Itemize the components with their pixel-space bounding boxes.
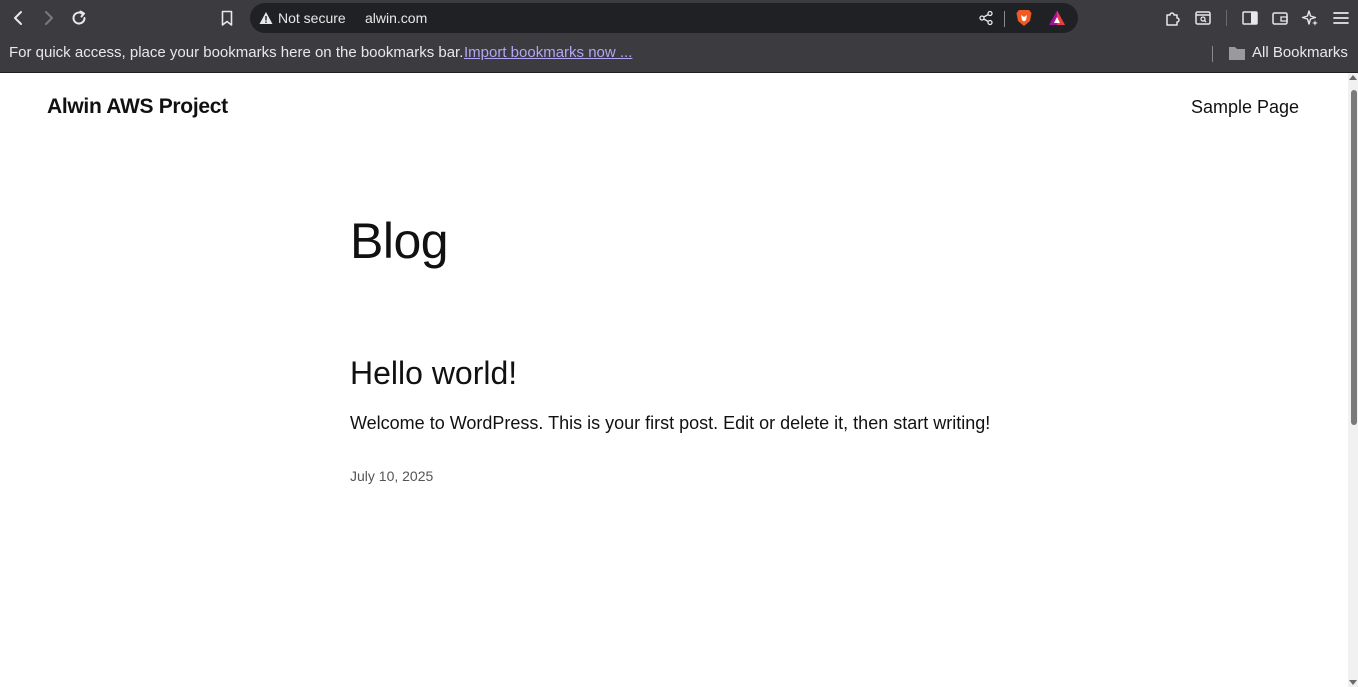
back-icon[interactable] xyxy=(8,7,30,29)
address-bar[interactable]: Not secure alwin.com xyxy=(250,3,1078,33)
reload-icon[interactable] xyxy=(68,7,90,29)
scroll-down-arrow[interactable] xyxy=(1349,680,1357,685)
scrollbar-thumb[interactable] xyxy=(1351,90,1357,425)
import-bookmarks-link[interactable]: Import bookmarks now ... xyxy=(464,44,632,61)
bookmarks-prompt: For quick access, place your bookmarks h… xyxy=(9,44,464,61)
bookmarks-bar: For quick access, place your bookmarks h… xyxy=(0,36,1358,73)
brave-rewards-icon[interactable] xyxy=(1048,9,1066,27)
security-label[interactable]: Not secure xyxy=(278,10,346,26)
post-excerpt: Welcome to WordPress. This is your first… xyxy=(350,413,991,433)
leo-ai-icon[interactable] xyxy=(1299,7,1321,29)
folder-icon[interactable] xyxy=(1228,45,1246,61)
sidebar-icon[interactable] xyxy=(1239,7,1261,29)
bookmarks-divider xyxy=(1212,46,1213,62)
brave-shields-icon[interactable] xyxy=(1014,8,1034,28)
scroll-up-arrow[interactable] xyxy=(1349,75,1357,80)
site-title[interactable]: Alwin AWS Project xyxy=(47,95,228,119)
browser-toolbar: Not secure alwin.com xyxy=(0,0,1358,36)
post-date[interactable]: July 10, 2025 xyxy=(350,468,433,484)
extensions-icon[interactable] xyxy=(1162,7,1184,29)
tab-search-icon[interactable] xyxy=(1192,7,1214,29)
post-title[interactable]: Hello world! xyxy=(350,355,517,392)
menu-icon[interactable] xyxy=(1330,7,1352,29)
url-text[interactable]: alwin.com xyxy=(365,10,427,26)
address-divider xyxy=(1004,11,1005,27)
bookmark-icon[interactable] xyxy=(216,7,238,29)
nav-link-sample-page[interactable]: Sample Page xyxy=(1191,97,1299,118)
wallet-icon[interactable] xyxy=(1269,7,1291,29)
forward-icon[interactable] xyxy=(37,7,59,29)
toolbar-divider xyxy=(1226,10,1227,26)
all-bookmarks-button[interactable]: All Bookmarks xyxy=(1252,44,1348,61)
page-title: Blog xyxy=(350,213,449,269)
share-icon[interactable] xyxy=(978,10,994,26)
warning-icon[interactable] xyxy=(259,11,273,25)
